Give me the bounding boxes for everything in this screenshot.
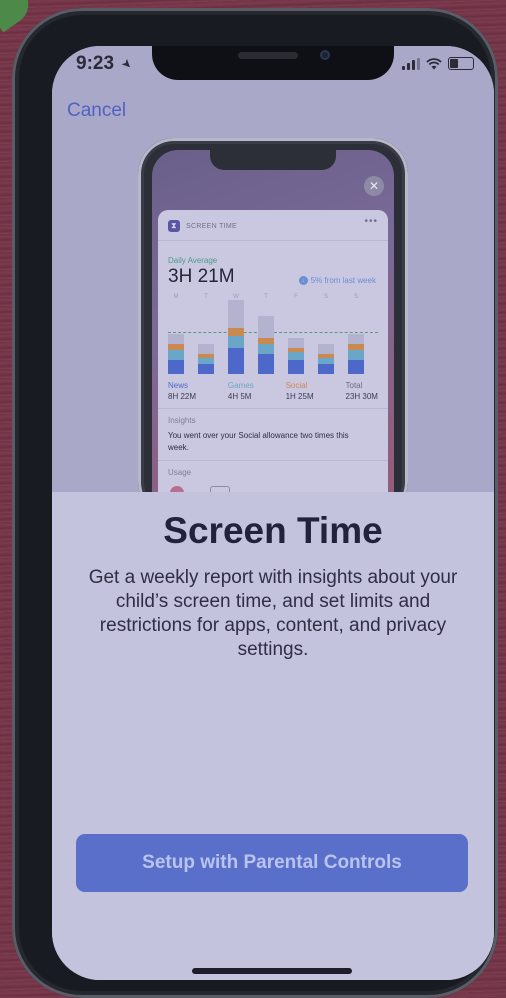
usage-bar-segment	[288, 352, 304, 360]
screen-time-widget: ⧗ SCREEN TIME ••• Daily Average 3H 21M ↓…	[158, 210, 388, 520]
preview-phone-illustration: ✕ ⧗ SCREEN TIME ••• Daily Average 3H 21M…	[138, 138, 408, 520]
usage-bar	[198, 344, 214, 374]
trend-indicator: ↓ 5% from last week	[298, 276, 376, 285]
legend-news: News 8H 22M	[168, 380, 196, 402]
usage-bar-segment	[228, 348, 244, 374]
header-area: 9:23 ➤ Cancel ✕ ⧗ SCREEN TIME ••• Daily …	[52, 46, 494, 520]
hourglass-icon: ⧗	[168, 220, 180, 232]
setup-parental-controls-button[interactable]: Setup with Parental Controls	[76, 834, 468, 892]
daily-average-label: Daily Average	[168, 256, 218, 265]
front-camera	[320, 50, 330, 60]
legend-news-label: News	[168, 381, 189, 390]
day-label: F	[294, 294, 298, 300]
legend-social-value: 1H 25M	[285, 392, 314, 401]
widget-title: SCREEN TIME	[186, 222, 238, 230]
usage-bar	[288, 338, 304, 374]
legend-social-label: Social	[285, 381, 308, 390]
usage-bar-segment	[258, 354, 274, 374]
legend-games: Games 4H 5M	[228, 380, 254, 402]
usage-bar-segment	[348, 334, 364, 344]
usage-bar-segment	[288, 360, 304, 374]
cancel-button[interactable]: Cancel	[67, 100, 126, 122]
preview-notch	[210, 150, 336, 170]
cellular-signal-icon	[402, 57, 420, 70]
usage-bar-segment	[228, 300, 244, 328]
arrow-down-icon: ↓	[298, 276, 308, 285]
day-label: M	[173, 294, 179, 300]
insights-title: Insights	[168, 416, 196, 425]
divider	[158, 408, 388, 409]
close-icon: ✕	[364, 176, 384, 196]
usage-bar-segment	[198, 344, 214, 354]
trend-label: 5% from last week	[310, 276, 376, 285]
legend: News 8H 22M Games 4H 5M Social 1H 25M To…	[168, 380, 378, 402]
usage-bar-segment	[168, 350, 184, 360]
wifi-icon	[426, 57, 442, 69]
usage-bar-segment	[228, 328, 244, 336]
usage-bar-segment	[198, 364, 214, 374]
location-arrow-icon: ➤	[118, 55, 136, 73]
usage-bar	[168, 334, 184, 374]
usage-bar	[348, 334, 364, 374]
usage-bar-segment	[318, 364, 334, 374]
day-label: T	[264, 294, 268, 300]
legend-games-label: Games	[227, 381, 254, 390]
usage-bar	[258, 316, 274, 374]
legend-total-value: 23H 30M	[345, 392, 378, 401]
status-icons	[402, 57, 474, 70]
legend-social: Social 1H 25M	[286, 380, 314, 402]
usage-bar	[318, 344, 334, 374]
legend-news-value: 8H 22M	[168, 392, 197, 401]
intro-sheet: Screen Time Get a weekly report with ins…	[52, 492, 494, 980]
day-label: S	[353, 294, 358, 300]
usage-title: Usage	[168, 468, 192, 477]
divider	[158, 240, 388, 241]
speaker-grille	[238, 52, 298, 59]
usage-bar-segment	[348, 360, 364, 374]
usage-bar-segment	[258, 316, 274, 338]
legend-total: Total 23H 30M	[346, 380, 378, 402]
usage-bar-segment	[168, 334, 184, 344]
home-indicator	[192, 968, 352, 974]
usage-chart: MTWTFSS	[168, 294, 378, 374]
insights-text: You went over your Social allowance two …	[168, 431, 349, 452]
legend-total-label: Total	[345, 381, 363, 390]
usage-bar-segment	[168, 360, 184, 374]
preview-screen: ✕ ⧗ SCREEN TIME ••• Daily Average 3H 21M…	[152, 150, 394, 520]
status-time: 9:23	[76, 53, 115, 74]
notch	[152, 46, 394, 80]
widget-header: ⧗ SCREEN TIME	[168, 220, 237, 232]
usage-bar-segment	[258, 344, 274, 354]
more-icon: •••	[364, 216, 378, 227]
usage-bar-segment	[318, 344, 334, 354]
background-leaf	[0, 0, 37, 33]
day-label: S	[323, 294, 328, 300]
page-title: Screen Time	[163, 510, 383, 551]
phone-frame: 9:23 ➤ Cancel ✕ ⧗ SCREEN TIME ••• Daily …	[12, 8, 498, 998]
day-label: T	[204, 294, 208, 300]
phone-screen: 9:23 ➤ Cancel ✕ ⧗ SCREEN TIME ••• Daily …	[52, 46, 494, 980]
page-description: Get a weekly report with insights about …	[88, 567, 458, 660]
divider	[158, 460, 388, 461]
legend-games-value: 4H 5M	[227, 392, 252, 401]
battery-icon	[448, 57, 474, 70]
daily-average-value: 3H 21M	[168, 266, 235, 287]
usage-bar-segment	[228, 336, 244, 348]
usage-bar-segment	[348, 350, 364, 360]
usage-bar-segment	[288, 338, 304, 348]
usage-bar	[228, 300, 244, 374]
